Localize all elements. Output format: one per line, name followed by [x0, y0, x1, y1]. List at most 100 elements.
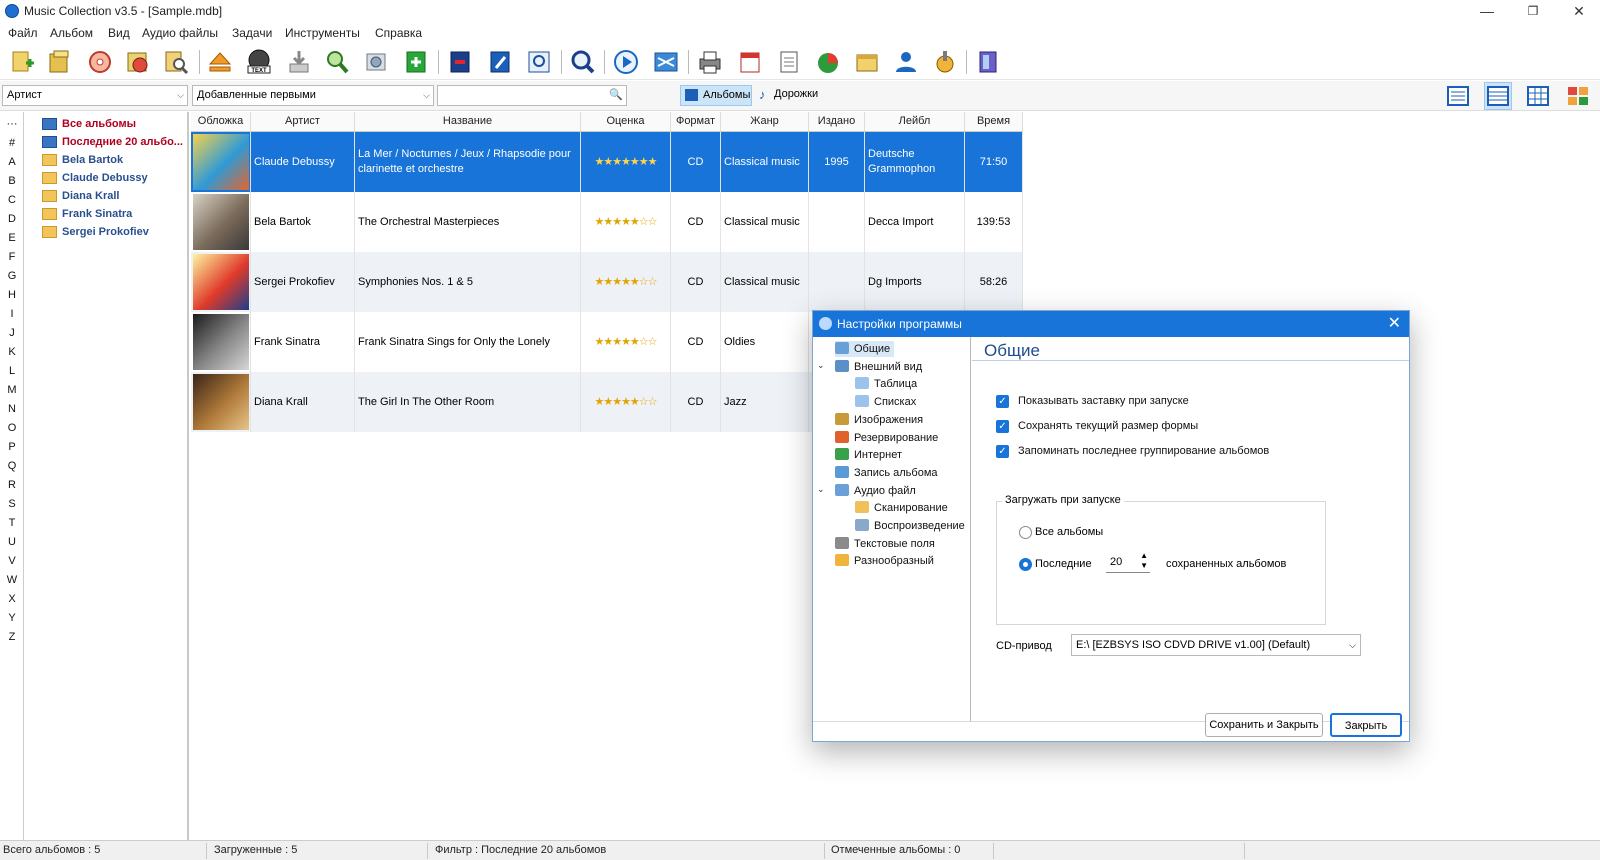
menu-tasks[interactable]: Задачи — [232, 26, 272, 40]
letter-filter[interactable]: B — [0, 175, 24, 187]
column-header[interactable]: Время — [965, 112, 1023, 132]
tree-item[interactable]: Frank Sinatra — [40, 206, 132, 222]
stepper-arrows-icon[interactable]: ▲ ▼ — [1140, 551, 1148, 571]
radio-all-albums[interactable] — [1019, 526, 1032, 539]
document-icon[interactable] — [775, 48, 803, 76]
menu-tools[interactable]: Инструменты — [285, 26, 360, 40]
letter-filter[interactable]: P — [0, 441, 24, 453]
tree-item[interactable]: Claude Debussy — [40, 170, 148, 186]
tracks-view-button[interactable]: ♪ Дорожки — [756, 85, 836, 106]
letter-filter[interactable]: F — [0, 251, 24, 263]
covers-view-button[interactable] — [1564, 82, 1592, 110]
letter-filter[interactable]: ··· — [0, 118, 24, 130]
play-icon[interactable] — [612, 48, 640, 76]
internet-import-icon[interactable] — [124, 48, 152, 76]
table-row[interactable]: Claude Debussy La Mer / Nocturnes / Jeux … — [191, 132, 1023, 192]
download-icon[interactable] — [285, 48, 313, 76]
albums-view-button[interactable]: Альбомы — [680, 85, 752, 106]
remember-grouping-checkbox[interactable]: ✓ — [996, 445, 1009, 458]
letter-filter[interactable]: W — [0, 574, 24, 586]
menu-audio-files[interactable]: Аудио файлы — [142, 26, 218, 40]
letter-filter[interactable]: T — [0, 517, 24, 529]
tree-item[interactable]: Все альбомы — [40, 116, 136, 132]
settings-tree-item[interactable]: Общие — [835, 341, 895, 357]
menu-view[interactable]: Вид — [108, 26, 130, 40]
settings-tree-item[interactable]: Изображения — [835, 412, 923, 428]
menu-album[interactable]: Альбом — [50, 26, 93, 40]
column-header[interactable]: Жанр — [721, 112, 809, 132]
letter-filter[interactable]: C — [0, 194, 24, 206]
sort-select[interactable]: Добавленные первыми ⌵ — [192, 85, 434, 106]
column-header[interactable]: Издано — [809, 112, 865, 132]
letter-filter[interactable]: H — [0, 289, 24, 301]
letter-filter[interactable]: # — [0, 137, 24, 149]
settings-tree-item[interactable]: Интернет — [835, 447, 902, 463]
letter-filter[interactable]: J — [0, 327, 24, 339]
database-icon[interactable] — [853, 48, 881, 76]
letter-filter[interactable]: Q — [0, 460, 24, 472]
letter-filter[interactable]: U — [0, 536, 24, 548]
cd-text-icon[interactable]: TEXT — [245, 48, 273, 76]
settings-tree-item[interactable]: Текстовые поля — [835, 536, 935, 552]
letter-filter[interactable]: E — [0, 232, 24, 244]
letter-filter[interactable]: D — [0, 213, 24, 225]
add-folder-icon[interactable] — [46, 48, 74, 76]
close-icon[interactable]: ✕ — [1388, 313, 1401, 333]
settings-tree-item[interactable]: Внешний вид — [835, 359, 922, 375]
column-header[interactable]: Обложка — [191, 112, 251, 132]
radio-last-albums[interactable] — [1019, 558, 1032, 571]
exit-icon[interactable] — [974, 48, 1002, 76]
letter-filter[interactable]: M — [0, 384, 24, 396]
letter-filter[interactable]: V — [0, 555, 24, 567]
field-select[interactable]: Артист ⌵ — [2, 85, 188, 106]
settings-tree-item[interactable]: Запись альбома — [835, 465, 938, 481]
grid-view-button[interactable] — [1524, 82, 1552, 110]
tree-item[interactable]: Последние 20 альбо... — [40, 134, 183, 150]
letter-filter[interactable]: I — [0, 308, 24, 320]
properties-icon[interactable] — [525, 48, 553, 76]
expand-icon[interactable]: ⌄ — [817, 360, 825, 371]
settings-tree-item[interactable]: Сканирование — [855, 500, 948, 516]
edit-icon[interactable] — [486, 48, 514, 76]
close-button[interactable]: Закрыть — [1330, 713, 1402, 737]
save-and-close-button[interactable]: Сохранить и Закрыть — [1205, 713, 1323, 737]
tree-item[interactable]: Bela Bartok — [40, 152, 123, 168]
menu-help[interactable]: Справка — [375, 26, 422, 40]
report-icon[interactable] — [736, 48, 764, 76]
column-header[interactable]: Название — [355, 112, 581, 132]
letter-filter[interactable]: S — [0, 498, 24, 510]
settings-tree-item[interactable]: Списках — [855, 394, 916, 410]
settings-icon[interactable] — [362, 48, 390, 76]
table-row[interactable]: Bela Bartok The Orchestral Masterpieces ★★… — [191, 192, 1023, 252]
search-input[interactable]: 🔍 — [437, 85, 627, 106]
user-icon[interactable] — [892, 48, 920, 76]
column-header[interactable]: Оценка — [581, 112, 671, 132]
minimize-button[interactable]: — — [1464, 0, 1510, 24]
print-icon[interactable] — [696, 48, 724, 76]
details-view-button[interactable] — [1444, 82, 1472, 110]
menu-file[interactable]: Файл — [8, 26, 38, 40]
search-web-icon[interactable] — [323, 48, 351, 76]
settings-tree-item[interactable]: Аудио файл — [835, 483, 916, 499]
save-size-checkbox[interactable]: ✓ — [996, 420, 1009, 433]
letter-filter[interactable]: N — [0, 403, 24, 415]
column-header[interactable]: Лейбл — [865, 112, 965, 132]
table-view-button[interactable] — [1484, 82, 1512, 110]
search-album-icon[interactable] — [162, 48, 190, 76]
letter-filter[interactable]: K — [0, 346, 24, 358]
settings-tree-item[interactable]: Воспроизведение — [855, 518, 965, 534]
shuffle-icon[interactable] — [652, 48, 680, 76]
letter-filter[interactable]: R — [0, 479, 24, 491]
letter-filter[interactable]: L — [0, 365, 24, 377]
add-album-icon[interactable] — [8, 48, 36, 76]
column-header[interactable]: Артист — [251, 112, 355, 132]
letter-filter[interactable]: X — [0, 593, 24, 605]
expand-icon[interactable]: ⌄ — [817, 484, 825, 495]
last-count-stepper[interactable]: 20 ▲ ▼ — [1106, 551, 1150, 573]
restore-button[interactable]: ❐ — [1510, 0, 1556, 24]
eject-icon[interactable] — [206, 48, 234, 76]
search-icon[interactable]: 🔍 — [609, 86, 623, 105]
tree-item[interactable]: Sergei Prokofiev — [40, 224, 149, 240]
import-cd-icon[interactable] — [86, 48, 114, 76]
letter-filter[interactable]: Y — [0, 612, 24, 624]
